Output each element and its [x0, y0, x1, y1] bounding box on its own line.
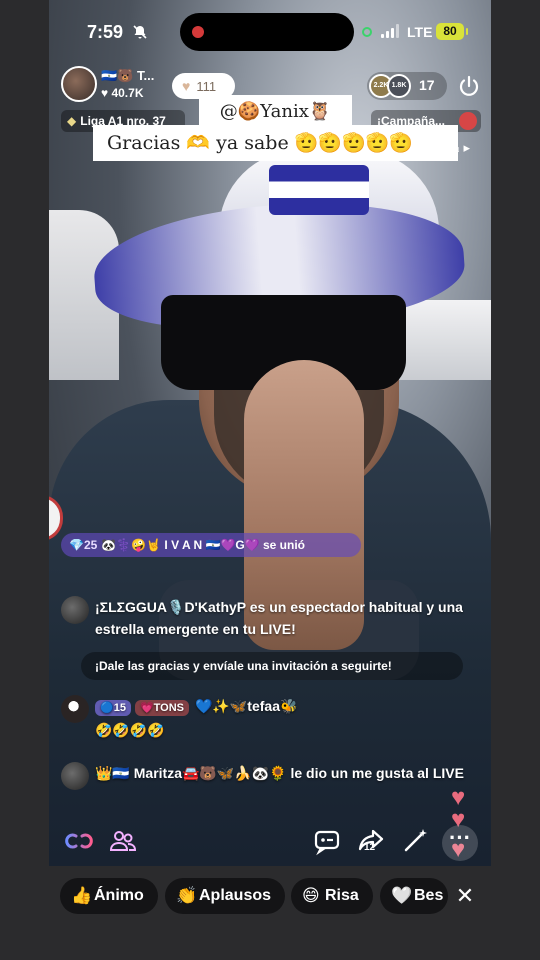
commenter-avatar[interactable] — [61, 695, 89, 723]
reaction-aplausos-button[interactable]: 👏 Aplausos — [165, 878, 286, 914]
caption-message: Gracias 🫶 ya sabe 🫡🫡🫡🫡🫡 — [93, 125, 458, 161]
live-stream-view: 7:59 LTE 80 🇸🇻🐻 T... ♥ 40.7K ♥ 111 2.2K … — [49, 0, 491, 866]
reaction-label: Risa — [325, 887, 359, 904]
clap-icon: 👏 — [176, 886, 198, 905]
reaction-beso-button[interactable]: 🤍 Bes — [380, 878, 448, 914]
commenter-avatar[interactable] — [61, 596, 89, 624]
car-window-right — [391, 300, 491, 380]
close-icon[interactable]: ✕ — [453, 878, 477, 914]
join-text: 🐼⚕️🤪🤘 I V A N 🇸🇻💜G💜 se unió — [101, 538, 306, 552]
comment-header: 🔵15 💗TONS 💙✨🦋tefaa🐝 — [95, 695, 297, 717]
fan-badge: 💗TONS — [134, 700, 189, 716]
share-count: 12 — [364, 842, 376, 853]
reaction-risa-button[interactable]: 😄 Risa — [291, 878, 373, 914]
user-level: 💎25 — [69, 538, 98, 552]
power-icon[interactable] — [457, 74, 481, 98]
viewer-count: 17 — [419, 77, 435, 93]
host-name: 🇸🇻🐻 T... — [101, 68, 155, 83]
reaction-animo-button[interactable]: 👍 Ánimo — [60, 878, 158, 914]
comment-item[interactable]: ¡ΣLΣGGUA🎙️D'KathyP es un espectador habi… — [61, 596, 471, 644]
reaction-bar: 👍 Ánimo 👏 Aplausos 😄 Risa 🤍 Bes ✕ — [0, 866, 540, 960]
heart-icon: 🤍 — [391, 886, 413, 905]
comment-item[interactable]: 🔵15 💗TONS 💙✨🦋tefaa🐝 🤣🤣🤣🤣 — [61, 695, 471, 745]
laugh-icon: 😄 — [302, 886, 320, 905]
reaction-label: Ánimo — [94, 887, 144, 904]
heart-icon: ♥ — [182, 78, 191, 94]
host-avatar[interactable] — [61, 66, 97, 102]
dynamic-island — [180, 13, 354, 51]
users-icon[interactable] — [107, 825, 139, 857]
status-bar: 7:59 LTE 80 — [49, 0, 491, 62]
viewer-avatar[interactable]: 1.8K — [387, 74, 411, 98]
signal-icon — [381, 24, 401, 38]
comment-text: ¡ΣLΣGGUA🎙️D'KathyP es un espectador habi… — [95, 599, 463, 637]
bell-slash-icon — [132, 24, 148, 40]
reaction-label: Bes — [414, 887, 444, 904]
chat-icon[interactable] — [311, 825, 343, 857]
recording-dot — [192, 26, 204, 38]
comment-text: 🤣🤣🤣🤣 — [95, 722, 165, 738]
host-likes: ♥ 40.7K — [101, 86, 144, 100]
commenter-name: 💙✨🦋tefaa🐝 — [195, 698, 298, 714]
commenter-avatar[interactable] — [61, 762, 89, 790]
network-type: LTE — [407, 24, 433, 40]
reaction-label: Aplausos — [199, 887, 272, 904]
viewer-list[interactable]: 2.2K 1.8K 17 — [367, 72, 447, 100]
link-icon[interactable] — [63, 825, 95, 857]
camera-indicator — [362, 27, 372, 37]
magic-wand-icon[interactable] — [399, 825, 431, 857]
user-level: 🔵15 — [95, 700, 131, 716]
caption-mention: @🍪Yanix🦉 — [199, 95, 352, 129]
diamond-icon: ◆ — [67, 114, 77, 128]
clock: 7:59 — [87, 22, 124, 42]
battery-indicator: 80 — [436, 23, 468, 40]
thumbs-up-icon: 👍 — [71, 886, 93, 905]
gift-icon — [459, 112, 477, 130]
likes-count: 111 — [196, 78, 217, 94]
join-notification: 💎25 🐼⚕️🤪🤘 I V A N 🇸🇻💜G💜 se unió — [61, 533, 361, 557]
more-icon[interactable]: ··· — [442, 825, 478, 861]
comment-text: 👑🇸🇻 Maritza🚘🐻🦋🍌🐼🌻 le dio un me gusta al … — [95, 765, 464, 781]
comment-item[interactable]: 👑🇸🇻 Maritza🚘🐻🦋🍌🐼🌻 le dio un me gusta al … — [61, 762, 471, 806]
flag-band — [269, 165, 369, 215]
thanks-prompt[interactable]: ¡Dale las gracias y envíale una invitaci… — [81, 652, 463, 680]
host-profile[interactable]: 🇸🇻🐻 T... ♥ 40.7K — [61, 66, 171, 104]
action-bar: ··· — [49, 815, 491, 865]
